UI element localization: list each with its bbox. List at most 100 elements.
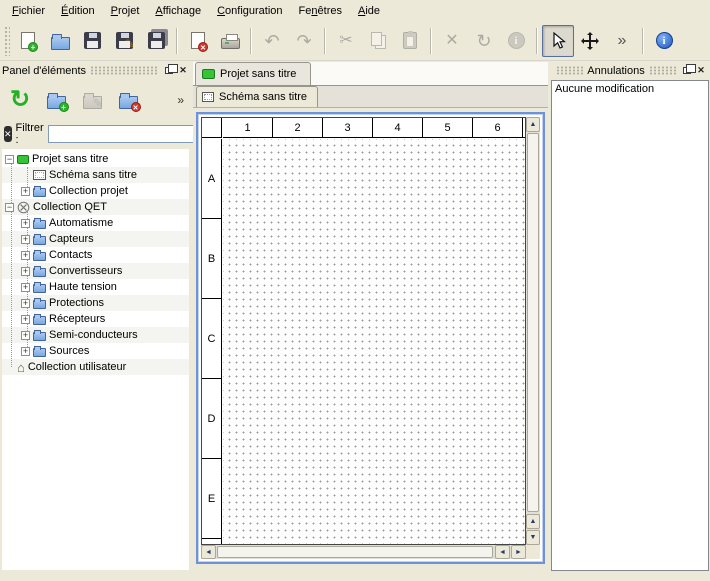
- menu-item-edition[interactable]: Édition: [53, 2, 103, 20]
- scroll-down-button[interactable]: ▼: [526, 530, 540, 545]
- scroll-right-button[interactable]: ►: [511, 545, 526, 559]
- expand-icon[interactable]: +: [21, 187, 30, 196]
- tab-schema-sans-titre[interactable]: Schéma sans titre: [196, 86, 318, 107]
- redo-button[interactable]: ↷: [288, 25, 320, 57]
- tree-item-automatisme[interactable]: +Automatisme: [2, 215, 189, 231]
- tree-item-semi-conducteurs[interactable]: +Semi-conducteurs: [2, 327, 189, 343]
- collapse-icon[interactable]: −: [5, 155, 14, 164]
- undo-button[interactable]: ↶: [256, 25, 288, 57]
- tree-item-label: Schéma sans titre: [49, 169, 137, 181]
- about-info-icon: [656, 32, 673, 49]
- tree-item-protections[interactable]: +Protections: [2, 295, 189, 311]
- tree-item-contacts[interactable]: +Contacts: [2, 247, 189, 263]
- reload-collections-button[interactable]: ↻: [4, 84, 36, 116]
- schema-tab-label: Schéma sans titre: [219, 91, 307, 103]
- menu-item-aide[interactable]: Aide: [350, 2, 388, 20]
- project-window: Schéma sans titre 1 2 3 4 5 6: [193, 86, 548, 572]
- tree-item-convertisseurs[interactable]: +Convertisseurs: [2, 263, 189, 279]
- close-file-button[interactable]: [182, 25, 214, 57]
- cut-button[interactable]: ✂: [330, 25, 362, 57]
- copy-button[interactable]: [362, 25, 394, 57]
- tree-item-collection-qet[interactable]: −Collection QET: [2, 199, 189, 215]
- scroll-up-button[interactable]: ▲: [526, 117, 540, 132]
- open-folder-icon: [51, 37, 70, 50]
- panel-overflow-button[interactable]: »: [173, 91, 188, 109]
- menu-item-affichage[interactable]: Affichage: [147, 2, 209, 20]
- tab-projet-sans-titre[interactable]: Projet sans titre: [195, 62, 311, 85]
- row-ruler: A B C D E: [202, 139, 222, 544]
- dock-drag-handle[interactable]: [90, 66, 158, 75]
- expand-icon[interactable]: +: [21, 235, 30, 244]
- save-as-button[interactable]: ✎: [108, 25, 140, 57]
- tree-item-label: Sources: [49, 345, 89, 357]
- undo-panel-titlebar[interactable]: Annulations ✕: [550, 62, 710, 79]
- save-all-button[interactable]: [140, 25, 172, 57]
- tree-item-capteurs[interactable]: +Capteurs: [2, 231, 189, 247]
- menu-item-projet[interactable]: Projet: [103, 2, 148, 20]
- menu-accel: C: [217, 5, 225, 17]
- row-label: B: [202, 219, 221, 299]
- tree-item-projet-sans-titre[interactable]: −Projet sans titre: [2, 151, 189, 167]
- diagram-info-button[interactable]: [500, 25, 532, 57]
- new-document-button[interactable]: [12, 25, 44, 57]
- scroll-up-button[interactable]: ▲: [526, 514, 540, 529]
- select-mode-button[interactable]: [542, 25, 574, 57]
- schema-canvas[interactable]: [223, 139, 525, 544]
- vertical-scrollbar[interactable]: ▲ ▲ ▼: [526, 117, 540, 545]
- filter-row: Filtrer :: [0, 121, 192, 147]
- horizontal-scroll-thumb[interactable]: [217, 546, 493, 558]
- close-panel-button[interactable]: ✕: [694, 64, 708, 77]
- close-panel-button[interactable]: ✕: [176, 64, 190, 77]
- expand-icon[interactable]: +: [21, 251, 30, 260]
- delete-element-button[interactable]: [112, 84, 144, 116]
- info-icon: [508, 32, 525, 49]
- menu-item-configuration[interactable]: Configuration: [209, 2, 290, 20]
- tree-item-haute-tension[interactable]: +Haute tension: [2, 279, 189, 295]
- dock-drag-handle[interactable]: [649, 66, 676, 75]
- project-icon: [202, 69, 215, 79]
- about-button[interactable]: [648, 25, 680, 57]
- collapse-icon[interactable]: −: [5, 203, 14, 212]
- vertical-scroll-thumb[interactable]: [527, 133, 539, 512]
- tree-item-collection-projet[interactable]: +Collection projet: [2, 183, 189, 199]
- expand-icon[interactable]: +: [21, 299, 30, 308]
- expand-icon[interactable]: +: [21, 347, 30, 356]
- edit-element-button[interactable]: ✎: [76, 84, 108, 116]
- filter-clear-button[interactable]: [4, 126, 12, 142]
- expand-icon[interactable]: +: [21, 315, 30, 324]
- menu-item-fenetres[interactable]: Fenêtres: [291, 2, 350, 20]
- scroll-left-button[interactable]: ◄: [201, 545, 216, 559]
- tree-item-collection-utilisateur[interactable]: ⌂Collection utilisateur: [2, 359, 189, 375]
- new-element-button[interactable]: [40, 84, 72, 116]
- close-file-icon: [191, 32, 205, 49]
- float-panel-button[interactable]: [162, 64, 176, 77]
- save-button[interactable]: [76, 25, 108, 57]
- toolbar-drag-handle[interactable]: [4, 26, 10, 56]
- tree-item-recepteurs[interactable]: +Récepteurs: [2, 311, 189, 327]
- menu-item-fichier[interactable]: Fichier: [4, 2, 53, 20]
- horizontal-scrollbar[interactable]: ◄ ◄ ►: [201, 545, 526, 559]
- paste-button[interactable]: [394, 25, 426, 57]
- undo-history-list[interactable]: Aucune modification: [551, 80, 709, 571]
- tree-item-sources[interactable]: + Sources: [2, 343, 189, 359]
- filter-input[interactable]: [48, 125, 196, 143]
- expand-icon[interactable]: +: [21, 331, 30, 340]
- cursor-arrow-icon: [549, 32, 567, 50]
- expand-icon[interactable]: +: [21, 267, 30, 276]
- toolbar-overflow-button[interactable]: »: [606, 25, 638, 57]
- expand-icon[interactable]: +: [21, 283, 30, 292]
- menu-text: ide: [365, 5, 380, 17]
- tree-item-schema-sans-titre[interactable]: Schéma sans titre: [2, 167, 189, 183]
- print-button[interactable]: [214, 25, 246, 57]
- expand-icon[interactable]: +: [21, 219, 30, 228]
- rotate-button[interactable]: ↻: [468, 25, 500, 57]
- dock-drag-handle[interactable]: [556, 66, 583, 75]
- scroll-left-button[interactable]: ◄: [495, 545, 510, 559]
- elements-panel-titlebar[interactable]: Panel d'éléments ✕: [0, 62, 192, 79]
- pan-mode-button[interactable]: [574, 25, 606, 57]
- float-panel-button[interactable]: [680, 64, 694, 77]
- delete-button[interactable]: ✕: [436, 25, 468, 57]
- menu-text: rojet: [118, 5, 139, 17]
- open-document-button[interactable]: [44, 25, 76, 57]
- project-tabbar: Projet sans titre: [193, 62, 548, 86]
